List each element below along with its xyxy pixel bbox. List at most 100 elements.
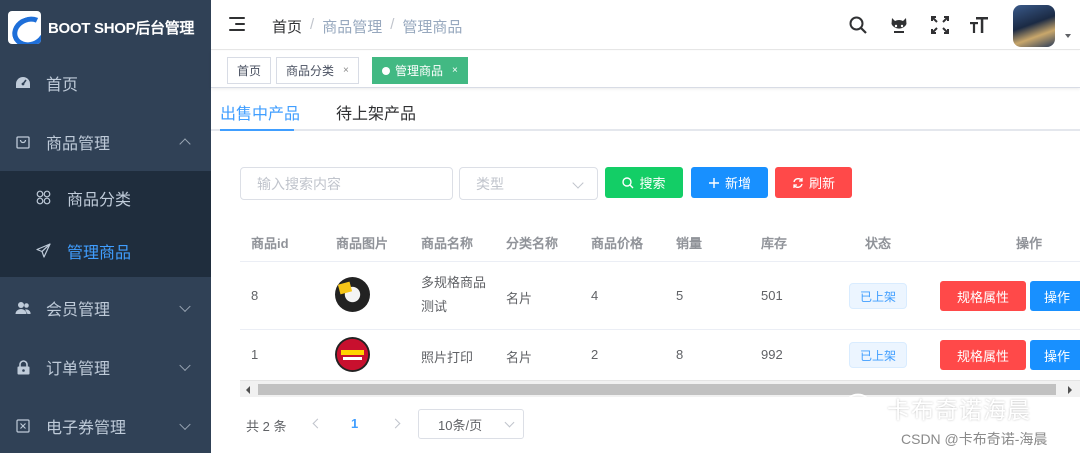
pagination-total: 共 2 条	[246, 419, 287, 434]
breadcrumb-manage-products: 管理商品	[402, 19, 463, 36]
caret-down-icon[interactable]	[1065, 34, 1071, 38]
logo-icon	[8, 10, 41, 44]
submenu-products: 商品分类 管理商品	[0, 171, 211, 277]
column-header: 商品图片	[336, 236, 389, 251]
dashboard-icon	[15, 75, 31, 91]
status-label: 已上架	[859, 348, 896, 363]
page-size-label: 10条/页	[438, 417, 483, 433]
breadcrumb: 首页 / 商品管理 / 管理商品	[272, 16, 462, 37]
app-title: BOOT SHOP后台管理	[48, 19, 195, 37]
chevron-down-icon	[179, 300, 191, 313]
product-image	[335, 337, 370, 372]
type-placeholder: 类型	[476, 175, 504, 192]
column-header: 库存	[761, 236, 788, 251]
column-header: 商品价格	[591, 236, 644, 251]
users-icon	[15, 300, 31, 316]
next-page-icon[interactable]	[390, 418, 401, 429]
operation-button[interactable]: 操作	[1030, 340, 1080, 370]
chevron-down-icon	[504, 417, 515, 428]
status-label: 已上架	[859, 289, 896, 304]
add-button-label: 新增	[724, 176, 751, 191]
send-icon	[35, 243, 51, 259]
tags-view: 首页 商品分类 × 管理商品 ×	[211, 51, 1080, 88]
sidebar-item-home[interactable]: 首页	[0, 54, 211, 112]
search-input[interactable]: 输入搜索内容	[240, 167, 453, 200]
categories-icon	[35, 190, 51, 206]
column-header: 商品名称	[421, 236, 474, 251]
chevron-down-icon	[179, 359, 191, 372]
chevron-up-icon	[179, 138, 191, 150]
prev-page-icon[interactable]	[312, 418, 323, 429]
chevron-down-icon	[179, 418, 191, 431]
chevron-down-icon	[572, 177, 584, 189]
type-select[interactable]: 类型	[459, 167, 598, 200]
operation-label: 操作	[1043, 348, 1070, 364]
cell-id: 1	[251, 347, 259, 362]
cell-sales: 8	[676, 347, 684, 362]
sidebar-item-label: 首页	[46, 77, 79, 94]
column-header: 分类名称	[506, 236, 559, 251]
page-number[interactable]: 1	[351, 416, 358, 431]
search-icon	[622, 176, 634, 188]
submenu-item-categories[interactable]: 商品分类	[0, 171, 211, 224]
fullscreen-icon[interactable]	[930, 15, 950, 35]
tag-label: 管理商品	[395, 64, 444, 78]
tag-label: 首页	[237, 64, 262, 78]
tag-categories[interactable]: 商品分类 ×	[276, 57, 359, 84]
tab-pending[interactable]: 待上架产品	[336, 100, 416, 124]
sidebar-item-label: 电子券管理	[46, 420, 127, 437]
sidebar: BOOT SHOP后台管理 首页 商品管理 商品分类 管理商品 会员管理 订单管…	[0, 0, 211, 453]
column-header: 操作	[1016, 236, 1043, 251]
lock-icon	[15, 359, 31, 375]
sidebar-item-orders[interactable]: 订单管理	[0, 338, 211, 396]
breadcrumb-products: 商品管理	[322, 19, 383, 36]
watermark-source: CSDN @卡布奇诺-海晨	[901, 431, 1048, 447]
column-header: 商品id	[251, 236, 289, 251]
close-icon[interactable]: ×	[343, 65, 349, 76]
scroll-right-icon[interactable]	[1068, 386, 1072, 394]
operation-button[interactable]: 操作	[1030, 281, 1080, 311]
submenu-item-label: 商品分类	[67, 191, 132, 209]
cell-id: 8	[251, 288, 259, 303]
status-badge: 已上架	[849, 283, 907, 309]
tag-manage-products[interactable]: 管理商品 ×	[372, 57, 468, 84]
breadcrumb-home[interactable]: 首页	[272, 16, 302, 37]
row-divider	[240, 329, 1080, 330]
cell-name: 照片打印	[421, 350, 474, 365]
search-button[interactable]: 搜索	[605, 167, 683, 198]
sidebar-item-members[interactable]: 会员管理	[0, 279, 211, 337]
hamburger-icon[interactable]	[229, 17, 245, 31]
operation-label: 操作	[1043, 289, 1070, 305]
close-icon[interactable]: ×	[452, 65, 458, 76]
search-button-label: 搜索	[639, 176, 666, 191]
cell-name: 多规格商品测试	[421, 275, 487, 314]
tab-on-sale[interactable]: 出售中产品	[220, 100, 300, 124]
app-logo[interactable]: BOOT SHOP后台管理	[0, 0, 211, 54]
spec-attributes-label: 规格属性	[956, 348, 1009, 364]
add-button[interactable]: 新增	[691, 167, 768, 198]
submenu-item-manage-products[interactable]: 管理商品	[0, 224, 211, 277]
page-size-select[interactable]: 10条/页	[418, 409, 524, 439]
wechat-icon	[846, 393, 877, 417]
font-size-icon[interactable]	[969, 15, 989, 35]
sidebar-item-label: 商品管理	[46, 136, 111, 153]
product-image	[335, 277, 370, 312]
search-icon[interactable]	[848, 15, 868, 35]
cell-category: 名片	[506, 350, 533, 365]
github-icon[interactable]	[889, 15, 909, 35]
plus-icon	[708, 177, 719, 188]
tab-active-indicator	[220, 129, 294, 131]
sidebar-item-label: 订单管理	[46, 361, 111, 378]
spec-attributes-button[interactable]: 规格属性	[940, 340, 1026, 370]
refresh-button[interactable]: 刷新	[775, 167, 852, 198]
sidebar-item-coupons[interactable]: 电子券管理	[0, 397, 211, 453]
sidebar-item-products[interactable]: 商品管理	[0, 113, 211, 171]
avatar[interactable]	[1013, 5, 1055, 47]
cell-stock: 501	[761, 288, 783, 303]
cell-sales: 5	[676, 288, 684, 303]
spec-attributes-button[interactable]: 规格属性	[940, 281, 1026, 311]
tag-home[interactable]: 首页	[227, 57, 272, 84]
cell-category: 名片	[506, 291, 533, 306]
scroll-left-icon[interactable]	[246, 386, 250, 394]
shopping-bag-icon	[15, 134, 31, 150]
